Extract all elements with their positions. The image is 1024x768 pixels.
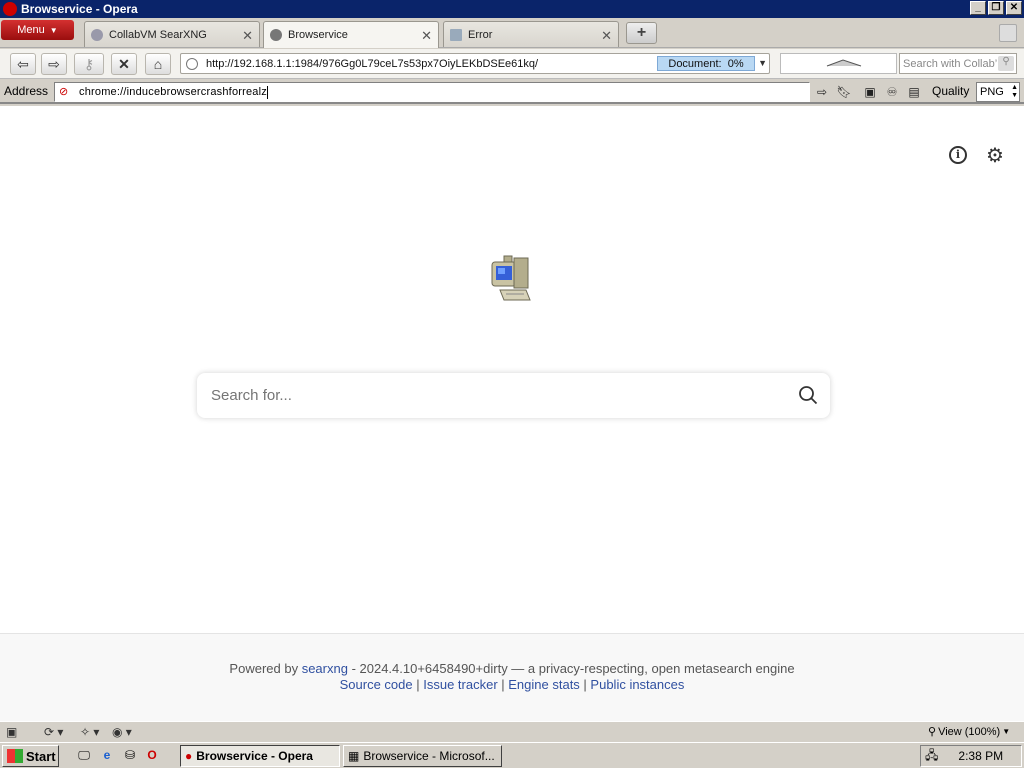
address-label: Address [4,84,49,98]
panel-toggle[interactable] [780,53,897,74]
search-input[interactable] [211,387,771,404]
computer-logo-icon [491,255,531,301]
window-icon: ▦ [348,749,360,763]
home-button[interactable]: ⌂ [145,53,171,75]
issue-tracker-link[interactable]: Issue tracker [423,677,497,692]
tab-browservice[interactable]: Browservice ✕ [263,21,439,48]
spinner-icon[interactable]: ▲ ▼ [1011,84,1018,100]
panel-toggle-icon[interactable]: ▣ [6,724,36,740]
zoom-control[interactable]: ⚲ View (100%) ▼ [928,725,1011,739]
status-bar: ▣ ⟳ ▾ ✧ ▾ ◉ ▾ ⚲ View (100%) ▼ [0,721,1024,741]
info-icon[interactable]: i [949,146,967,164]
bookmarks-panel-icon[interactable]: ▣ [861,83,879,101]
source-code-link[interactable]: Source code [340,677,413,692]
quality-select[interactable]: PNG ▲ ▼ [976,82,1020,102]
searxng-link[interactable]: searxng [302,661,348,676]
taskbar: Start 🖵︎ e ⛁ O ● Browservice - Opera ▦ B… [0,742,1024,768]
tab-collabvm-searxng[interactable]: CollabVM SearXNG ✕ [84,21,260,47]
windows-logo-icon [7,749,23,763]
trash-icon[interactable] [999,24,1017,42]
favicon-icon [91,28,103,41]
searxng-logo [490,254,534,304]
maximize-button[interactable]: ❐ [988,1,1004,15]
favicon-icon [270,29,282,41]
url-field[interactable]: http://192.168.1.1:1984/9​76Gg0L79ceL7s5… [180,53,770,74]
internet-explorer-icon[interactable]: e [99,748,115,764]
task-browservice-microsoft[interactable]: ▦ Browservice - Microsof... [343,745,502,767]
opera-icon: ● [185,749,193,763]
magnifier-icon: ⚲ [928,726,937,738]
network-icon[interactable]: ⛁ [122,748,138,764]
key-icon: ⚷ [83,55,95,72]
chevron-down-icon[interactable]: ▼ [758,58,767,68]
opera-menu-button[interactable]: Menu ▼ [1,20,74,40]
back-button[interactable]: ⇦ [10,53,36,75]
tab-error[interactable]: Error ✕ [443,21,619,47]
stop-icon: ✕ [118,55,130,72]
forward-button[interactable]: ⇨ [41,53,67,75]
task-browservice-opera[interactable]: ● Browservice - Opera [180,745,340,767]
document-icon [450,28,462,41]
browservice-address-bar: Address ⊘ chrome://inducebrowsercrashfor… [0,80,1024,104]
close-window-button[interactable]: ✕ [1006,1,1022,15]
web-page: i ⚙ Powered by searxng - 2024.4.10+64584… [0,106,1024,721]
close-tab-icon[interactable]: ✕ [421,28,432,44]
close-tab-icon[interactable]: ✕ [242,28,253,44]
document-progress: Document: 0% [657,56,755,71]
back-arrow-icon: ⇦ [17,55,29,72]
new-tab-button[interactable]: + [626,22,657,44]
bookmark-icon[interactable]: 🔖︎ [835,83,853,101]
globe-icon [186,57,198,70]
quality-label: Quality [932,84,970,98]
show-desktop-icon[interactable]: 🖵︎ [76,748,92,764]
wand-image-icon [826,59,862,67]
network-status-icon[interactable]: 🖧︎ [925,746,938,767]
go-arrow-icon[interactable]: ⇨ [813,83,831,101]
window-title: Browservice - Opera [21,2,138,16]
search-engine-field[interactable]: Search with Collab’ ⚲ [899,53,1017,74]
search-icon[interactable]: ⚲ [998,56,1014,71]
start-button[interactable]: Start [2,745,59,767]
opera-logo-icon [3,2,17,16]
opera-icon[interactable]: O [144,748,160,764]
navigation-bar: ⇦ ⇨ ⚷ ✕ ⌂ http://192.168.1.1:1984/9​76Gg… [0,49,1024,79]
clock[interactable]: 2:38 PM [958,749,1003,763]
gear-icon[interactable]: ⚙ [986,146,1006,166]
tab-bar: Menu ▼ CollabVM SearXNG ✕ Browservice ✕ … [0,18,1024,48]
engine-stats-link[interactable]: Engine stats [508,677,580,692]
minimize-button[interactable]: _ [970,1,986,15]
system-tray: 🖧︎ 2:38 PM [920,745,1022,767]
wand-button[interactable]: ⚷ [74,53,104,75]
home-icon: ⌂ [153,56,163,72]
search-icon[interactable] [798,385,818,405]
url-text: http://192.168.1.1:1984/9​76Gg0L79ceL7s5… [206,57,539,70]
find-binoculars-icon[interactable]: ♾︎ [883,83,901,101]
clipboard-icon[interactable]: ▤ [905,83,923,101]
forward-arrow-icon: ⇨ [48,55,60,72]
chevron-down-icon: ▼ [49,25,58,35]
address-input[interactable]: ⊘ chrome://inducebrowsercrashforrealz [54,82,810,102]
footer: Powered by searxng - 2024.4.10+6458490+d… [0,633,1024,721]
stop-button[interactable]: ✕ [111,53,137,75]
turbo-icon[interactable]: ◉ ▾ [112,724,142,740]
search-bar [197,373,830,418]
tools-icon[interactable]: ✧ ▾ [80,724,110,740]
chevron-down-icon: ▼ [1002,727,1011,736]
insecure-icon: ⊘ [59,86,69,98]
close-tab-icon[interactable]: ✕ [601,28,612,44]
window-title-bar[interactable]: Browservice - Opera _ ❐ ✕ [0,0,1024,18]
reload-icon[interactable]: ⟳ ▾ [44,724,74,740]
public-instances-link[interactable]: Public instances [590,677,684,692]
